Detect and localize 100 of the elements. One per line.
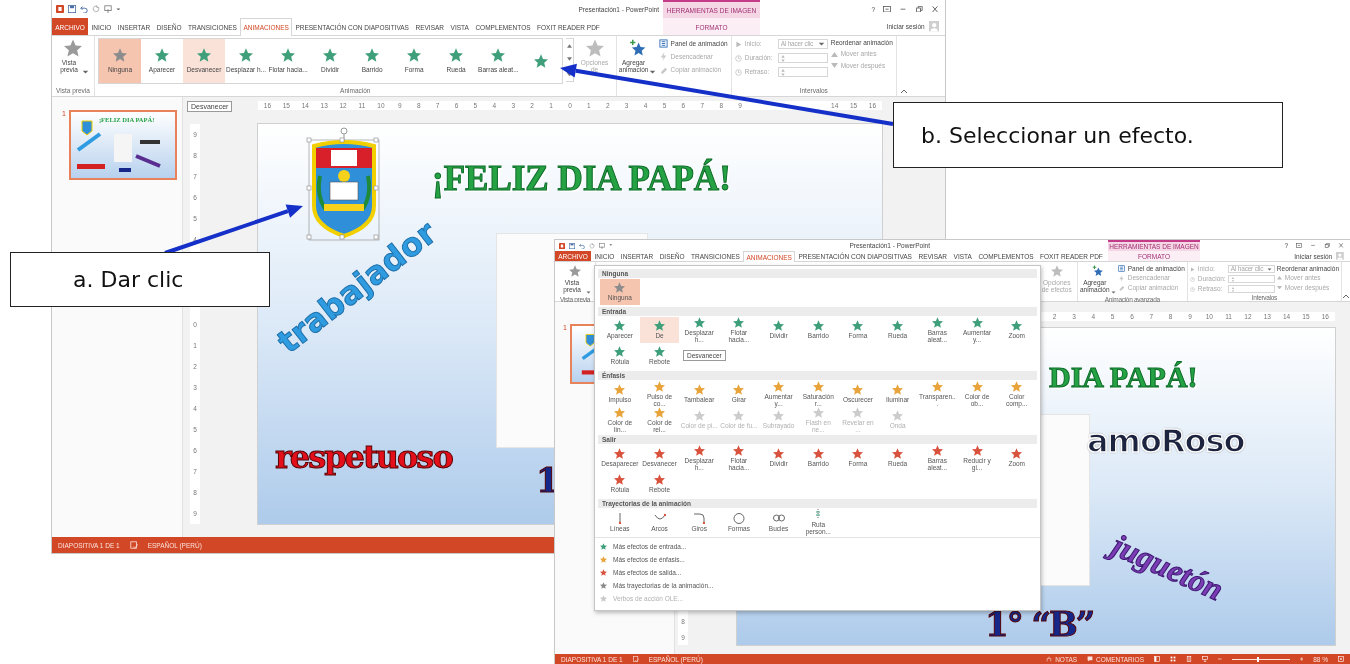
star-icon — [892, 448, 904, 460]
star-icon — [239, 48, 254, 63]
star-icon — [614, 320, 626, 332]
star-icon — [533, 54, 548, 68]
star-icon — [852, 448, 864, 460]
undo-icon[interactable] — [80, 5, 88, 13]
restore-icon[interactable] — [1324, 243, 1330, 248]
star-icon — [812, 320, 824, 332]
collapse-ribbon-icon[interactable] — [1343, 294, 1349, 298]
redo-icon[interactable] — [92, 5, 100, 13]
down-triangle-icon — [830, 63, 838, 69]
star-icon — [812, 448, 824, 460]
slide-text: amoRoso — [1087, 424, 1245, 460]
save-icon[interactable] — [569, 242, 575, 249]
caret-icon — [1266, 267, 1272, 271]
slide-text: 1 — [536, 462, 558, 500]
star-icon — [892, 320, 904, 332]
spinner-icon — [780, 68, 785, 76]
touch-mode-icon[interactable] — [104, 5, 112, 13]
up-triangle-icon — [1276, 276, 1282, 280]
restore-icon[interactable] — [915, 5, 923, 13]
star-icon — [1011, 320, 1023, 332]
star-icon — [197, 48, 211, 63]
caret-icon — [649, 69, 657, 74]
star-plus-icon — [628, 39, 647, 57]
minimize-icon[interactable] — [1310, 243, 1316, 248]
star-icon — [614, 448, 626, 460]
clock-icon — [1189, 286, 1195, 292]
close-icon[interactable] — [1338, 243, 1344, 248]
star-icon — [654, 380, 666, 392]
star-icon — [892, 384, 904, 396]
undo-icon[interactable] — [579, 242, 585, 249]
lightning-icon — [1117, 274, 1125, 282]
spinner-icon — [1230, 286, 1235, 292]
panel-icon — [1117, 265, 1125, 273]
star-icon — [852, 320, 864, 332]
star-icon — [773, 380, 785, 392]
save-icon[interactable] — [68, 5, 76, 13]
star-icon — [64, 39, 82, 57]
star-icon — [365, 48, 380, 63]
spinner-icon — [1230, 276, 1235, 282]
spell-check-icon[interactable] — [129, 541, 138, 549]
touch-mode-icon[interactable] — [599, 242, 605, 249]
redo-icon[interactable] — [589, 242, 595, 249]
up-triangle-icon — [830, 51, 838, 57]
ribbon-display-icon[interactable] — [883, 5, 891, 13]
caret-icon — [116, 7, 121, 11]
star-icon — [931, 444, 943, 456]
star-icon — [971, 380, 983, 392]
ribbon-display-icon[interactable] — [1296, 243, 1302, 248]
circle-path-icon — [732, 511, 745, 524]
close-icon[interactable] — [931, 5, 939, 13]
clock-icon — [1189, 276, 1195, 282]
spell-check-icon[interactable] — [632, 656, 639, 662]
star-icon — [113, 48, 127, 63]
collapse-ribbon-icon[interactable] — [900, 89, 907, 93]
brush-icon — [658, 65, 668, 74]
callout-text: a. Dar clic — [73, 267, 184, 292]
panel-icon — [658, 39, 668, 48]
star-icon — [733, 410, 745, 422]
star-icon — [892, 410, 904, 422]
play-icon — [734, 40, 742, 48]
star-icon — [585, 39, 604, 57]
star-icon — [449, 48, 464, 63]
callout-text: b. Seleccionar un efecto. — [921, 122, 1194, 148]
scroll-up-icon[interactable] — [566, 43, 572, 48]
slide-text: respetuoso — [275, 440, 452, 476]
star-icon — [733, 384, 745, 396]
slideshow-icon[interactable] — [1202, 656, 1208, 662]
star-icon — [654, 346, 666, 358]
notes-icon — [1046, 656, 1053, 662]
star-icon — [852, 406, 864, 418]
normal-view-icon[interactable] — [1154, 656, 1160, 662]
zoom-in-icon[interactable] — [1299, 656, 1304, 662]
star-icon — [693, 384, 705, 396]
star-icon — [693, 410, 705, 422]
down-triangle-icon — [1276, 285, 1282, 290]
spinner-icon — [780, 54, 785, 62]
star-icon — [733, 444, 745, 456]
slide-text: ¡FELIZ DIA PAPÁ! — [432, 160, 731, 199]
star-icon — [733, 316, 745, 328]
star-icon — [852, 384, 864, 396]
star-icon — [654, 448, 666, 460]
star-icon — [971, 316, 983, 328]
star-icon — [654, 406, 666, 418]
grid-view-icon[interactable] — [1170, 656, 1176, 662]
star-icon — [654, 320, 666, 332]
reading-view-icon[interactable] — [1186, 656, 1192, 662]
clock-icon — [734, 68, 742, 76]
brush-icon — [1117, 284, 1125, 292]
caret-icon — [817, 41, 825, 47]
star-icon — [614, 406, 626, 418]
turn-path-icon — [693, 511, 706, 524]
star-icon — [614, 384, 626, 396]
caret-icon — [82, 69, 89, 74]
star-icon — [1011, 448, 1023, 460]
slider-thumb[interactable] — [1257, 656, 1260, 662]
fit-window-icon[interactable] — [1338, 656, 1344, 662]
star-icon — [614, 282, 626, 294]
slide-text: DIA PAPÁ! — [1049, 360, 1198, 393]
